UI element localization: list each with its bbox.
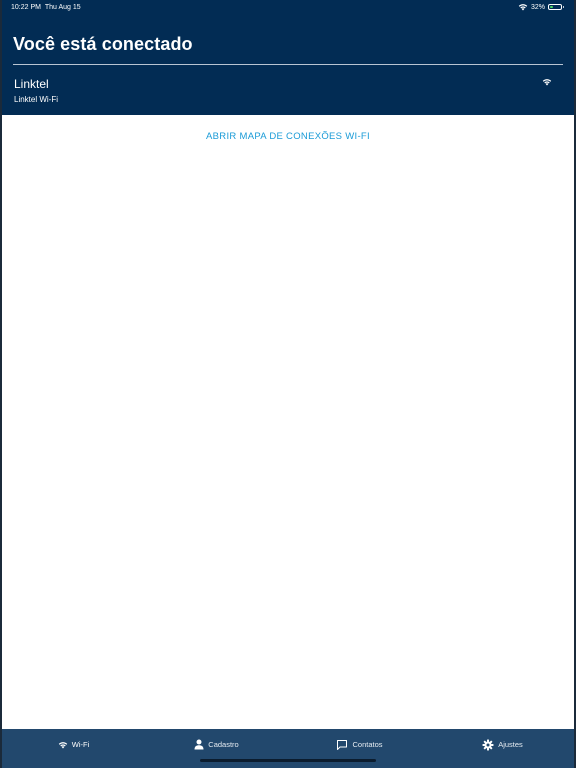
person-icon	[194, 739, 204, 750]
gear-icon	[482, 739, 494, 750]
tab-cadastro[interactable]: Cadastro	[145, 729, 288, 768]
tab-ajustes[interactable]: Ajustes	[431, 729, 574, 768]
tab-contatos[interactable]: Contatos	[288, 729, 431, 768]
tab-wifi[interactable]: Wi-Fi	[2, 729, 145, 768]
status-time: 10:22 PM Thu Aug 15	[11, 4, 81, 11]
tab-label: Ajustes	[498, 740, 523, 749]
status-date-text: Thu Aug 15	[44, 4, 81, 11]
device-frame-left	[0, 0, 2, 768]
battery-icon	[548, 4, 564, 10]
tab-label: Contatos	[352, 740, 383, 749]
battery-level	[550, 6, 553, 8]
wifi-icon	[542, 79, 552, 86]
header-divider	[13, 64, 563, 65]
wifi-icon	[58, 741, 67, 748]
home-indicator[interactable]	[200, 759, 376, 762]
wifi-icon	[518, 4, 528, 11]
battery-percent: 32%	[530, 3, 545, 11]
chat-bubble-icon	[337, 739, 348, 750]
app-screen: 10:22 PM Thu Aug 15 32% Você está conect…	[0, 0, 576, 768]
tab-label: Wi-Fi	[71, 740, 90, 749]
network-name: Linktel	[14, 77, 49, 91]
tab-bar: Wi-Fi Cadastro Contatos Ajustes	[2, 729, 574, 768]
connection-header: 10:22 PM Thu Aug 15 32% Você está conect…	[2, 0, 574, 115]
status-bar: 10:22 PM Thu Aug 15 32%	[2, 0, 574, 16]
page-title: Você está conectado	[13, 34, 193, 54]
network-subtitle: Linktel Wi-Fi	[14, 95, 59, 104]
status-time-text: 10:22 PM	[11, 4, 41, 11]
status-indicators: 32%	[518, 3, 564, 11]
tab-label: Cadastro	[208, 740, 239, 749]
open-wifi-map-link[interactable]: ABRIR MAPA DE CONEXÕES WI-FI	[0, 131, 576, 142]
